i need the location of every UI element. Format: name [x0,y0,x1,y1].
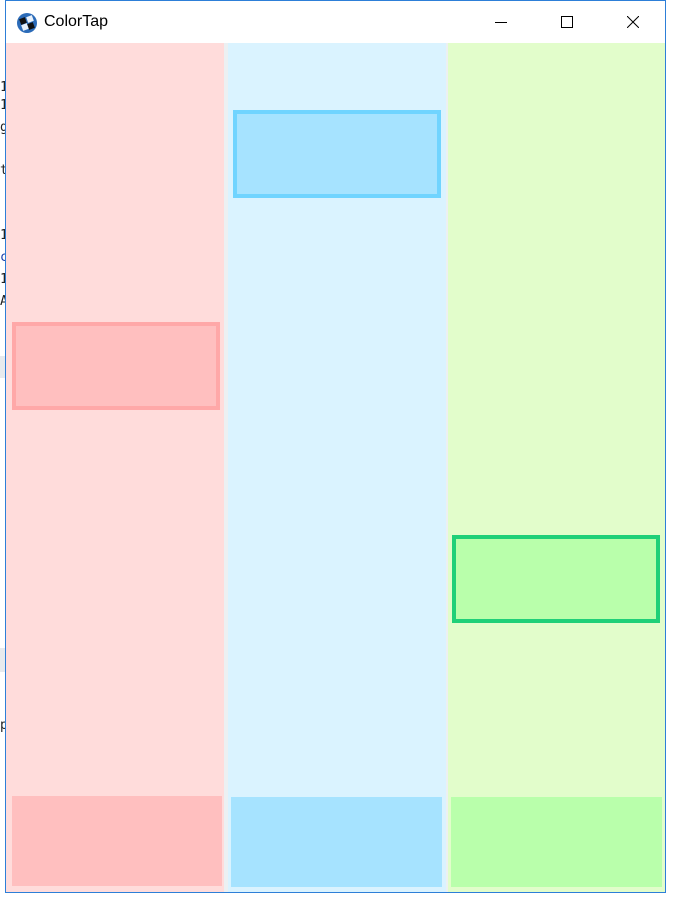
minimize-icon [495,22,507,23]
falling-note-red [12,322,220,410]
falling-note-green [452,535,660,623]
app-window: ColorTap [5,0,666,893]
tap-pad-green[interactable] [451,797,662,887]
minimize-button[interactable] [478,1,524,43]
maximize-button[interactable] [544,1,590,43]
lane-blue [228,43,446,892]
tap-pad-red[interactable] [12,796,222,886]
close-button[interactable] [610,1,656,43]
close-icon [627,16,639,28]
window-title: ColorTap [44,13,109,30]
title-bar[interactable]: ColorTap [6,1,665,43]
game-board [6,43,665,892]
lane-green [448,43,665,892]
lane-red [6,43,224,892]
maximize-icon [561,16,573,28]
tap-pad-blue[interactable] [231,797,442,887]
app-logo-icon [17,13,37,33]
falling-note-blue [233,110,441,198]
